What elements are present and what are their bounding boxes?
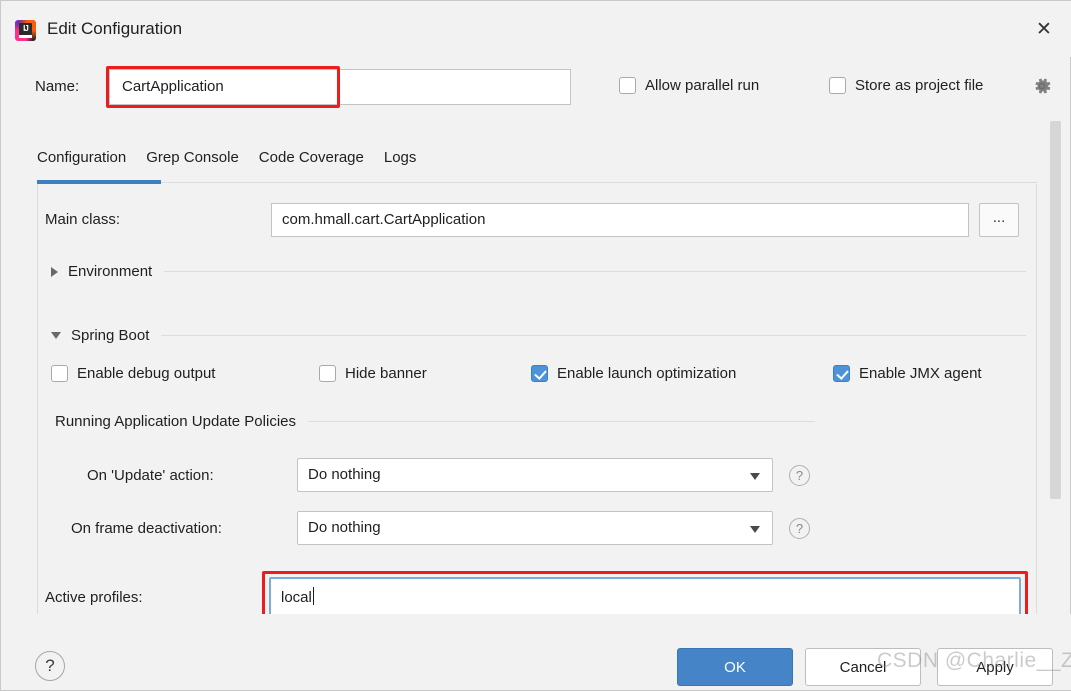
enable-debug-output-checkbox[interactable]: Enable debug output — [51, 365, 215, 382]
tab-grep-console[interactable]: Grep Console — [136, 149, 249, 176]
checkbox-box-checked — [833, 365, 850, 382]
active-profiles-value: local — [281, 589, 312, 606]
enable-launch-optimization-label: Enable launch optimization — [557, 365, 736, 382]
enable-jmx-agent-label: Enable JMX agent — [859, 365, 982, 382]
name-input[interactable]: CartApplication — [109, 69, 571, 105]
spring-boot-group-label: Spring Boot — [71, 327, 149, 344]
chevron-down-icon[interactable] — [51, 332, 61, 339]
on-frame-deactivation-value: Do nothing — [308, 519, 381, 536]
tab-logs[interactable]: Logs — [374, 149, 427, 176]
configuration-content-panel — [37, 184, 1037, 616]
group-separator — [164, 271, 1026, 272]
text-caret — [313, 587, 314, 605]
update-policies-group-header: Running Application Update Policies — [55, 413, 815, 430]
hide-banner-label: Hide banner — [345, 365, 427, 382]
apply-button[interactable]: Apply — [937, 648, 1053, 686]
active-profiles-label: Active profiles: — [45, 589, 143, 606]
on-update-action-label: On 'Update' action: — [87, 467, 214, 484]
environment-group-label: Environment — [68, 263, 152, 280]
on-frame-deactivation-label: On frame deactivation: — [71, 520, 222, 537]
tab-code-coverage[interactable]: Code Coverage — [249, 149, 374, 176]
on-frame-deactivation-dropdown[interactable]: Do nothing — [297, 511, 773, 545]
enable-debug-output-label: Enable debug output — [77, 365, 215, 382]
checkbox-box-checked — [531, 365, 548, 382]
allow-parallel-run-label: Allow parallel run — [645, 77, 759, 94]
dialog-titlebar: IJ Edit Configuration ✕ — [1, 1, 1071, 57]
help-button[interactable]: ? — [35, 651, 65, 681]
tab-bar: Configuration Grep Console Code Coverage… — [37, 149, 426, 176]
cancel-button[interactable]: Cancel — [805, 648, 921, 686]
on-update-action-dropdown[interactable]: Do nothing — [297, 458, 773, 492]
enable-launch-optimization-checkbox[interactable]: Enable launch optimization — [531, 365, 736, 382]
allow-parallel-run-checkbox[interactable]: Allow parallel run — [619, 77, 759, 94]
update-policies-label: Running Application Update Policies — [55, 413, 296, 430]
close-icon[interactable]: ✕ — [1030, 16, 1058, 42]
on-update-action-value: Do nothing — [308, 466, 381, 483]
spring-boot-group-header[interactable]: Spring Boot — [51, 327, 1026, 344]
active-profiles-input[interactable]: local — [269, 577, 1021, 619]
on-update-action-help-icon[interactable]: ? — [789, 465, 810, 486]
gear-icon[interactable] — [1031, 75, 1053, 97]
checkbox-box — [319, 365, 336, 382]
intellij-idea-icon: IJ — [15, 20, 36, 41]
environment-group-header[interactable]: Environment — [51, 263, 1026, 280]
store-as-project-file-label: Store as project file — [855, 77, 983, 94]
store-as-project-file-checkbox[interactable]: Store as project file — [829, 77, 983, 94]
dialog-title: Edit Configuration — [47, 19, 182, 39]
name-label: Name: — [35, 78, 79, 95]
chevron-down-icon — [750, 473, 760, 480]
enable-jmx-agent-checkbox[interactable]: Enable JMX agent — [833, 365, 982, 382]
checkbox-box — [619, 77, 636, 94]
on-frame-deactivation-help-icon[interactable]: ? — [789, 518, 810, 539]
group-separator — [308, 421, 815, 422]
checkbox-box — [829, 77, 846, 94]
edit-configuration-dialog: IJ Edit Configuration ✕ Name: CartApplic… — [0, 0, 1071, 691]
tab-baseline — [37, 182, 1037, 183]
vertical-scrollbar-thumb[interactable] — [1050, 121, 1061, 499]
main-class-input[interactable]: com.hmall.cart.CartApplication — [271, 203, 969, 237]
hide-banner-checkbox[interactable]: Hide banner — [319, 365, 427, 382]
chevron-down-icon — [750, 526, 760, 533]
chevron-right-icon[interactable] — [51, 267, 58, 277]
ok-button[interactable]: OK — [677, 648, 793, 686]
main-class-browse-button[interactable]: ... — [979, 203, 1019, 237]
main-class-label: Main class: — [45, 211, 120, 228]
checkbox-box — [51, 365, 68, 382]
tab-configuration[interactable]: Configuration — [37, 149, 136, 176]
group-separator — [161, 335, 1026, 336]
